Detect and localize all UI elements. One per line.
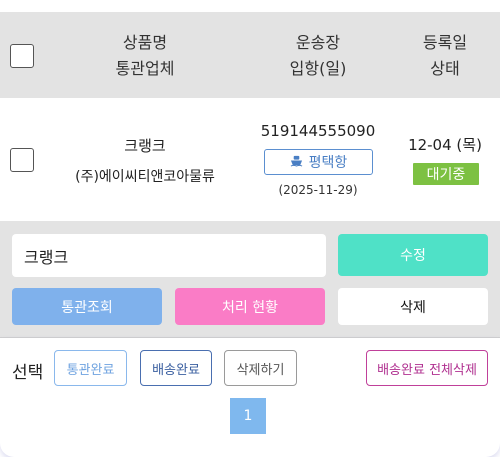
delete-button[interactable]: 삭제 (338, 288, 488, 325)
registration-date: 12-04 (목) (408, 136, 482, 154)
tracking-number[interactable]: 519144555090 (258, 122, 378, 140)
customs-done-button[interactable]: 통관완료 (54, 350, 127, 386)
header-tracking-label: 운송장 (295, 33, 341, 52)
top-strip (0, 0, 500, 12)
header-product-label: 상품명 (122, 33, 168, 52)
customs-company: (주)에이씨티앤코아물류 (75, 169, 215, 185)
select-all-checkbox[interactable] (10, 44, 34, 68)
table-header: 상품명 통관업체 운송장 입항(일) 등록일 상태 (0, 12, 500, 98)
header-date-column: 등록일 상태 (400, 30, 490, 82)
header-product-column: 상품명 통관업체 (80, 30, 210, 82)
port-button[interactable]: 평택항 (264, 149, 373, 175)
shipping-done-button[interactable]: 배송완료 (140, 350, 212, 386)
entry-date: (2025-11-29) (278, 183, 358, 197)
header-customs-company-label: 통관업체 (115, 59, 175, 78)
edit-panel: 수정 통관조회 처리 현황 삭제 (0, 221, 500, 337)
header-reg-date-label: 등록일 (422, 33, 468, 52)
header-tracking-column: 운송장 입항(일) (258, 30, 378, 82)
ship-icon (290, 154, 303, 171)
edit-button[interactable]: 수정 (338, 234, 488, 276)
product-name-input[interactable] (12, 234, 326, 277)
row-checkbox[interactable] (10, 148, 34, 172)
process-status-button[interactable]: 처리 현황 (175, 288, 325, 325)
table-row: 크랭크 (주)에이씨티앤코아물류 519144555090 평택항 (2025-… (0, 98, 500, 221)
status-badge: 대기중 (413, 163, 479, 185)
bulk-actions-panel: 선택 통관완료 배송완료 삭제하기 배송완료 전체삭제 1 (0, 338, 500, 457)
customs-check-button[interactable]: 통관조회 (12, 288, 162, 325)
header-status-label: 상태 (430, 59, 460, 78)
port-label: 평택항 (308, 155, 348, 171)
select-label: 선택 (12, 363, 44, 383)
delete-all-shipped-button[interactable]: 배송완료 전체삭제 (366, 350, 488, 386)
product-name: 크랭크 (124, 137, 166, 155)
header-entry-date-label: 입항(일) (289, 59, 347, 78)
page-button-current[interactable]: 1 (230, 398, 266, 434)
bulk-delete-button[interactable]: 삭제하기 (224, 350, 297, 386)
